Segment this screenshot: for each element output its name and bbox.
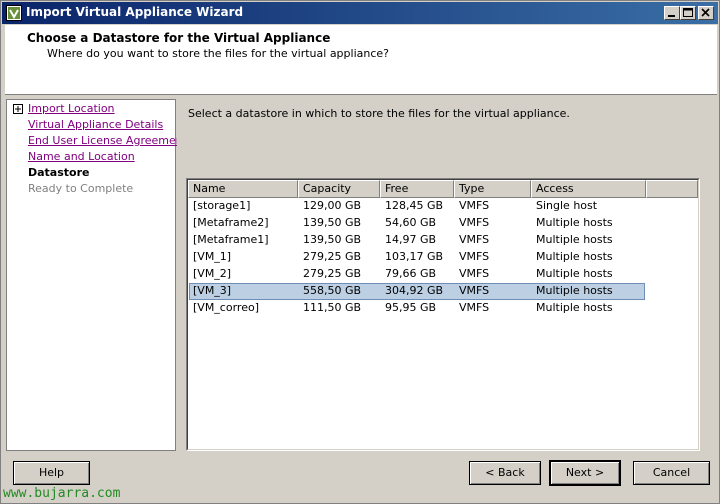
cell-type: VMFS: [459, 199, 490, 212]
minimize-icon: [668, 15, 675, 17]
cell-free: 128,45 GB: [385, 199, 444, 212]
nav-step-name-location[interactable]: Name and Location: [28, 150, 135, 163]
cell-name: [Metaframe1]: [193, 233, 269, 246]
close-icon: [701, 8, 710, 17]
wizard-steps-nav: Import Location Virtual Appliance Detail…: [6, 99, 187, 451]
cell-name: [VM_3]: [193, 284, 232, 297]
table-row[interactable]: [VM_2] 279,25 GB 79,66 GB VMFS Multiple …: [189, 266, 645, 283]
nav-step-ready: Ready to Complete: [28, 182, 134, 195]
nav-step-import-location[interactable]: Import Location: [28, 102, 115, 115]
cell-free: 103,17 GB: [385, 250, 444, 263]
cell-access: Single host: [536, 199, 598, 212]
cell-access: Multiple hosts: [536, 267, 613, 280]
cell-free: 79,66 GB: [385, 267, 437, 280]
title-bar[interactable]: Import Virtual Appliance Wizard: [2, 2, 718, 24]
minimize-button[interactable]: [664, 6, 680, 20]
cancel-button[interactable]: Cancel: [633, 461, 710, 485]
cell-access: Multiple hosts: [536, 216, 613, 229]
page-subtitle: Where do you want to store the files for…: [47, 47, 390, 60]
cell-type: VMFS: [459, 284, 490, 297]
table-row[interactable]: [VM_correo] 111,50 GB 95,95 GB VMFS Mult…: [189, 300, 645, 317]
cell-type: VMFS: [459, 233, 490, 246]
next-button[interactable]: Next >: [549, 460, 621, 486]
cell-name: [Metaframe2]: [193, 216, 269, 229]
back-button[interactable]: < Back: [469, 461, 541, 485]
cell-type: VMFS: [459, 267, 490, 280]
cell-capacity: 129,00 GB: [303, 199, 362, 212]
column-header-capacity[interactable]: Capacity: [298, 180, 380, 198]
datastore-list[interactable]: Name Capacity Free Type Access [storage1…: [186, 178, 700, 451]
instruction-text: Select a datastore in which to store the…: [188, 107, 570, 120]
cell-name: [VM_correo]: [193, 301, 259, 314]
maximize-icon: [683, 8, 693, 17]
column-header-type[interactable]: Type: [454, 180, 531, 198]
watermark-text: www.bujarra.com: [3, 486, 121, 501]
column-header-filler: [646, 180, 698, 198]
cell-capacity: 279,25 GB: [303, 267, 362, 280]
cell-capacity: 558,50 GB: [303, 284, 362, 297]
cell-free: 14,97 GB: [385, 233, 437, 246]
expand-icon[interactable]: [13, 104, 23, 114]
nav-step-appliance-details[interactable]: Virtual Appliance Details: [28, 118, 163, 131]
cell-capacity: 139,50 GB: [303, 233, 362, 246]
cell-capacity: 279,25 GB: [303, 250, 362, 263]
column-header-name[interactable]: Name: [188, 180, 298, 198]
wizard-window: Import Virtual Appliance Wizard Choose a…: [0, 0, 720, 504]
close-button[interactable]: [698, 6, 714, 20]
cell-type: VMFS: [459, 250, 490, 263]
table-row-selected[interactable]: [VM_3] 558,50 GB 304,92 GB VMFS Multiple…: [189, 283, 645, 300]
table-row[interactable]: [storage1] 129,00 GB 128,45 GB VMFS Sing…: [189, 198, 645, 215]
column-header-access[interactable]: Access: [531, 180, 646, 198]
cell-access: Multiple hosts: [536, 301, 613, 314]
cell-access: Multiple hosts: [536, 284, 613, 297]
table-row[interactable]: [Metaframe2] 139,50 GB 54,60 GB VMFS Mul…: [189, 215, 645, 232]
nav-step-datastore: Datastore: [28, 166, 90, 179]
window-title: Import Virtual Appliance Wizard: [26, 5, 244, 19]
maximize-button[interactable]: [680, 6, 696, 20]
cell-access: Multiple hosts: [536, 250, 613, 263]
wizard-header: Choose a Datastore for the Virtual Appli…: [5, 25, 717, 95]
cell-name: [VM_1]: [193, 250, 232, 263]
cell-access: Multiple hosts: [536, 233, 613, 246]
app-icon: [6, 5, 22, 21]
cell-type: VMFS: [459, 301, 490, 314]
cell-capacity: 111,50 GB: [303, 301, 362, 314]
cell-type: VMFS: [459, 216, 490, 229]
cell-free: 54,60 GB: [385, 216, 437, 229]
cell-capacity: 139,50 GB: [303, 216, 362, 229]
cell-free: 304,92 GB: [385, 284, 444, 297]
table-row[interactable]: [Metaframe1] 139,50 GB 14,97 GB VMFS Mul…: [189, 232, 645, 249]
table-row[interactable]: [VM_1] 279,25 GB 103,17 GB VMFS Multiple…: [189, 249, 645, 266]
page-title: Choose a Datastore for the Virtual Appli…: [27, 31, 331, 45]
cell-name: [VM_2]: [193, 267, 232, 280]
cell-free: 95,95 GB: [385, 301, 437, 314]
wizard-content: Select a datastore in which to store the…: [177, 99, 715, 451]
column-header-free[interactable]: Free: [380, 180, 454, 198]
nav-step-eula[interactable]: End User License Agreement: [28, 134, 187, 147]
cell-name: [storage1]: [193, 199, 251, 212]
help-button[interactable]: Help: [13, 461, 90, 485]
